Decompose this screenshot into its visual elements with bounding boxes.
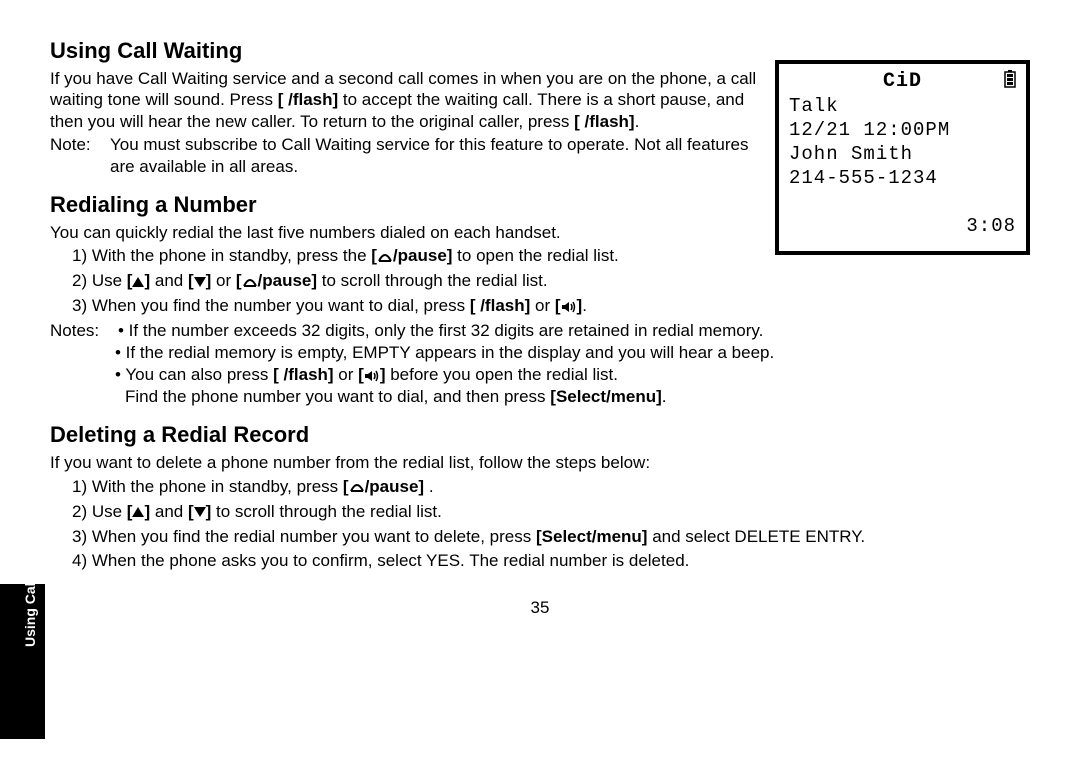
battery-icon (1004, 70, 1016, 94)
select-menu-key: [Select/menu] (550, 387, 661, 406)
side-tab-text: Using Caller ID, Call Waiting, and Redia… (22, 487, 39, 647)
flash-key: [ /flash] (574, 112, 634, 131)
lcd-datetime: 12/21 12:00PM (789, 119, 1016, 141)
redial-step-3: 3) When you find the number you want to … (72, 295, 1030, 318)
up-arrow-icon (132, 507, 144, 517)
redial-pause-key: [[ /pause]/pause] (371, 246, 452, 265)
delete-step-3: 3) When you find the redial number you w… (72, 526, 1030, 549)
lcd-number: 214-555-1234 (789, 167, 1016, 189)
flash-key: [ /flash] (273, 365, 333, 384)
up-arrow-icon (132, 277, 144, 287)
page-number: 35 (50, 598, 1030, 618)
speaker-key: [] (555, 296, 582, 315)
delete-step-4: 4) When the phone asks you to confirm, s… (72, 550, 1030, 573)
lcd-talk: Talk (789, 95, 1016, 117)
down-arrow-icon (194, 277, 206, 287)
lcd-cid-label: CiD (883, 70, 922, 93)
lcd-name: John Smith (789, 143, 1016, 165)
manual-page: CiD Talk 12/21 12:00PM John Smith 214-55… (0, 0, 1080, 638)
call-waiting-body: If you have Call Waiting service and a s… (50, 68, 770, 132)
redial-step-2: 2) Use [] and [] or [/pause] to scroll t… (72, 270, 1030, 293)
down-arrow-icon (194, 507, 206, 517)
call-waiting-note: Note: You must subscribe to Call Waiting… (50, 134, 770, 178)
flash-key: [ /flash] (278, 90, 338, 109)
delete-intro: If you want to delete a phone number fro… (50, 452, 1030, 473)
delete-step-2: 2) Use [] and [] to scroll through the r… (72, 501, 1030, 524)
lcd-display: CiD Talk 12/21 12:00PM John Smith 214-55… (775, 60, 1030, 255)
flash-key: [ /flash] (470, 296, 530, 315)
heading-deleting: Deleting a Redial Record (50, 422, 1030, 448)
speaker-key: [] (358, 365, 385, 384)
redial-pause-key: [/pause] (236, 271, 317, 290)
lcd-timer: 3:08 (789, 215, 1016, 237)
select-menu-key: [Select/menu] (536, 527, 647, 546)
delete-step-1: 1) With the phone in standby, press [/pa… (72, 476, 1030, 499)
redial-pause-key: [/pause] (343, 477, 424, 496)
redial-notes: Notes: • If the number exceeds 32 digits… (50, 320, 1030, 408)
